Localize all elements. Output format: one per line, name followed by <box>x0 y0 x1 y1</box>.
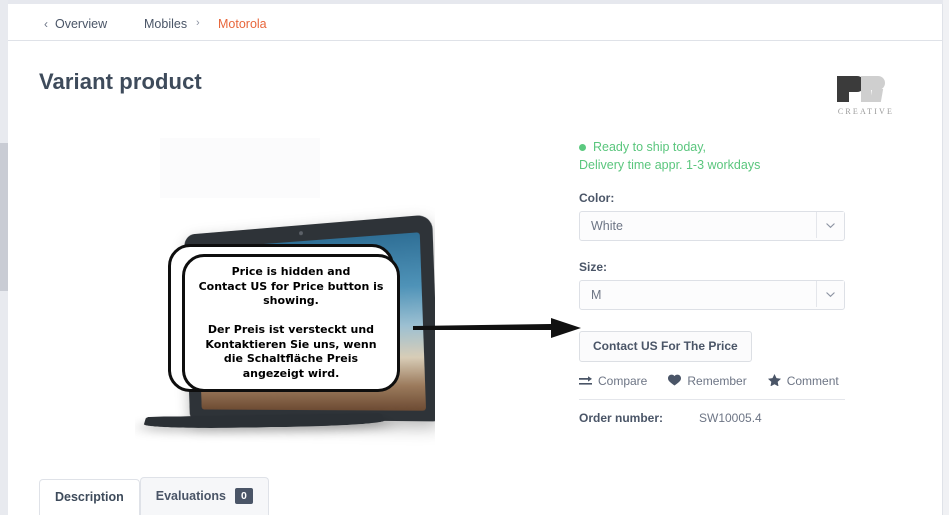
order-number-label: Order number: <box>579 411 664 425</box>
remember-action[interactable]: Remember <box>668 374 747 388</box>
contact-for-price-button[interactable]: Contact US For The Price <box>579 331 752 362</box>
breadcrumb-divider <box>8 40 942 41</box>
logo-mark-icon <box>837 76 893 102</box>
color-field-label: Color: <box>579 191 615 205</box>
size-select[interactable]: M <box>579 280 845 310</box>
buybox-divider <box>579 399 845 400</box>
annotation-callout: Price is hidden and Contact US for Price… <box>168 244 404 400</box>
compare-label: Compare <box>598 374 648 388</box>
chevron-down-icon[interactable] <box>816 212 844 238</box>
product-actions: Compare Remember Comment <box>579 374 845 388</box>
comment-action[interactable]: Comment <box>767 374 839 388</box>
tab-description-label: Description <box>55 490 124 504</box>
annotation-arrow <box>413 318 581 338</box>
breadcrumb-back-label: Overview <box>55 17 108 31</box>
availability-status-label: Ready to ship today, <box>593 140 707 154</box>
color-select-value: White <box>591 219 623 233</box>
compare-icon <box>579 375 592 388</box>
breadcrumb-item-mobiles[interactable]: Mobiles <box>144 17 187 31</box>
chevron-right-icon: › <box>196 17 200 29</box>
chevron-down-icon[interactable] <box>816 281 844 307</box>
heart-icon <box>668 374 682 388</box>
status-dot-icon <box>579 143 586 151</box>
delivery-time-label: Delivery time appr. 1-3 workdays <box>579 158 761 172</box>
remember-label: Remember <box>687 374 747 388</box>
chevron-left-icon: ‹ <box>44 17 48 31</box>
brand-logo: CREATIVE <box>833 76 899 116</box>
webcam-icon <box>299 231 303 236</box>
star-icon <box>767 374 781 388</box>
availability-status: Ready to ship today, <box>579 140 845 154</box>
tab-evaluations[interactable]: Evaluations 0 <box>139 477 269 515</box>
size-field-label: Size: <box>579 260 608 274</box>
comment-label: Comment <box>786 374 839 388</box>
tab-evaluations-label: Evaluations <box>155 489 226 503</box>
size-select-value: M <box>591 288 602 302</box>
tab-description[interactable]: Description <box>39 479 140 515</box>
color-select[interactable]: White <box>579 211 845 241</box>
annotation-callout-text: Price is hidden and Contact US for Price… <box>198 265 384 380</box>
breadcrumb-bar: ‹ Overview Mobiles › Motorola <box>8 4 942 40</box>
logo-caption: CREATIVE <box>837 107 895 116</box>
breadcrumb-back-link[interactable]: ‹ Overview <box>44 17 107 31</box>
viewport-right-edge <box>943 0 949 515</box>
breadcrumb-item-motorola[interactable]: Motorola <box>218 17 267 31</box>
compare-action[interactable]: Compare <box>579 374 647 388</box>
product-tabs: Description Evaluations 0 <box>39 477 269 515</box>
product-detail-page: ‹ Overview Mobiles › Motorola Variant pr… <box>0 0 949 515</box>
product-buybox: Ready to ship today, Delivery time appr.… <box>579 140 845 425</box>
order-number-row: Order number: SW10005.4 <box>579 411 845 425</box>
evaluations-count-badge: 0 <box>234 488 253 504</box>
page-scrollbar-thumb[interactable] <box>0 143 8 291</box>
viewport-right-border <box>942 0 943 515</box>
page-title: Variant product <box>39 69 202 94</box>
order-number-value: SW10005.4 <box>699 411 762 425</box>
